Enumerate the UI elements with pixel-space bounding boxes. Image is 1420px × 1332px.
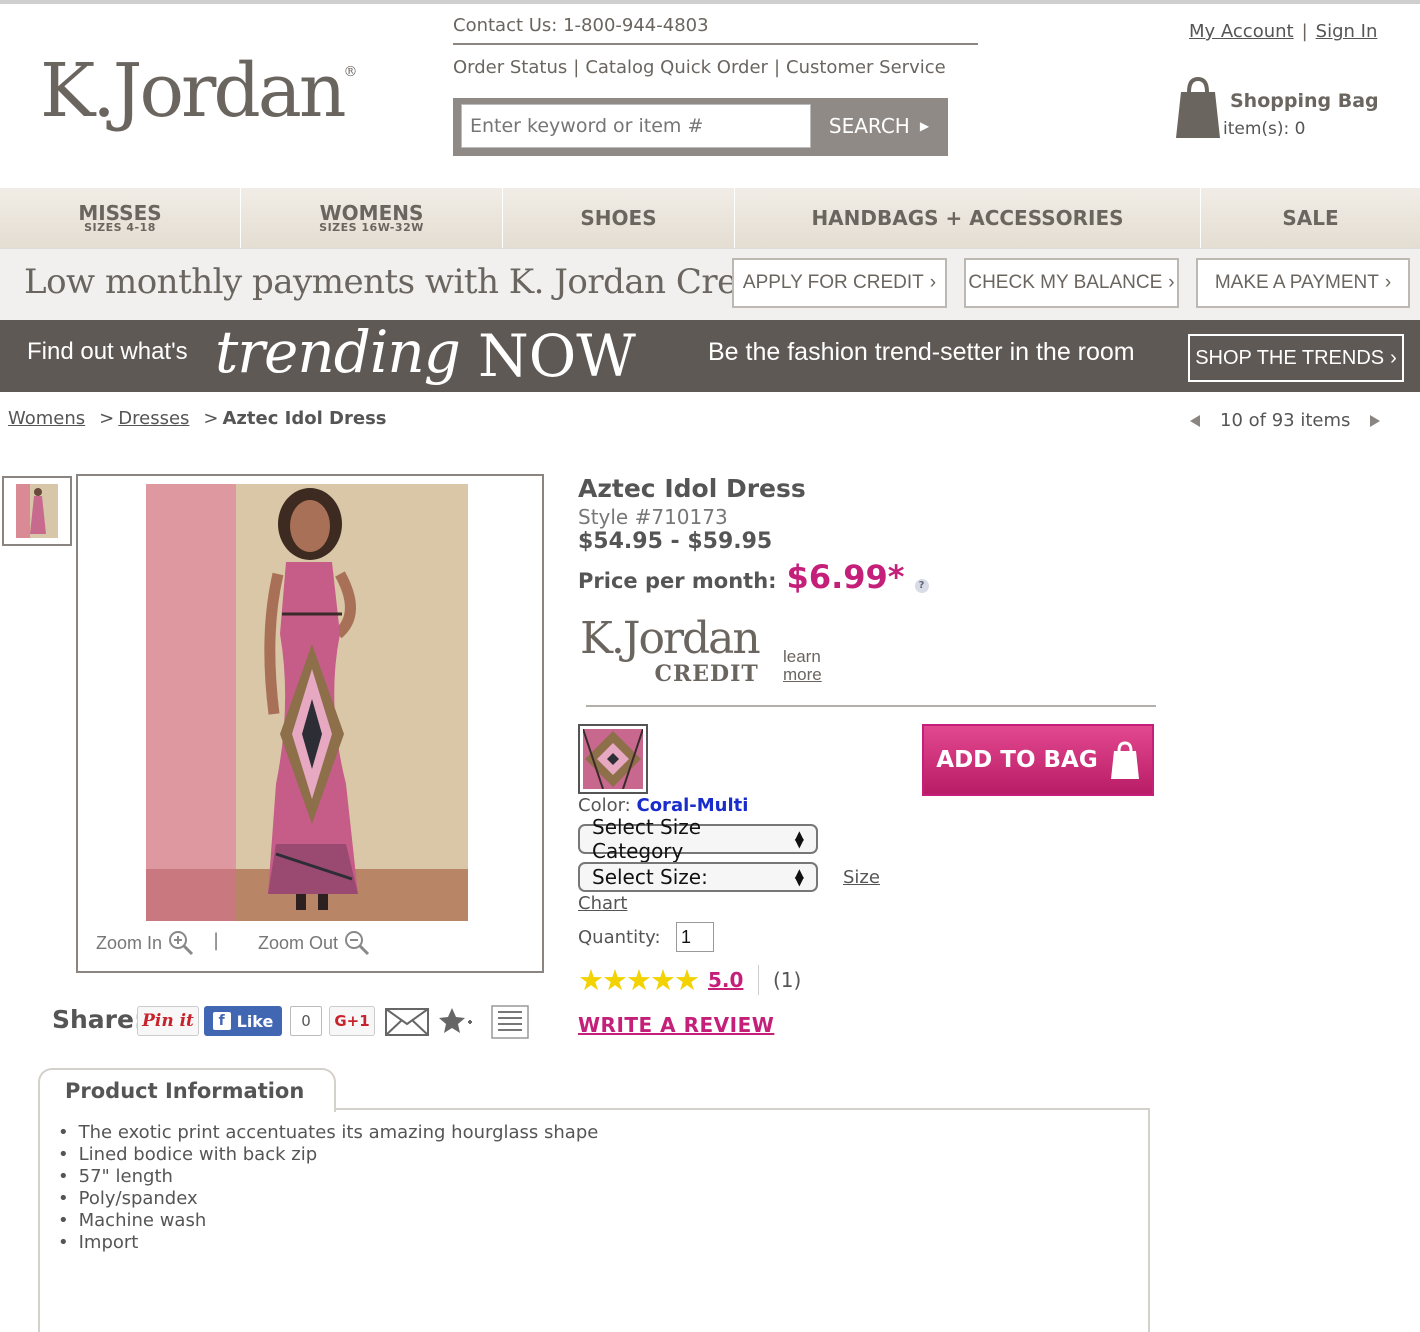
catalog-quick-order-link[interactable]: Catalog Quick Order [585, 57, 768, 78]
nav-misses[interactable]: MISSES SIZES 4-18 [0, 188, 241, 248]
quantity-label: Quantity: [578, 927, 661, 948]
top-border [0, 0, 1420, 4]
chevron-right-icon: › [1384, 272, 1392, 293]
help-icon[interactable]: ? [914, 579, 929, 593]
product-image[interactable] [146, 484, 468, 921]
nav-womens[interactable]: WOMENS SIZES 16W-32W [241, 188, 503, 248]
shopping-bag-icon [1110, 741, 1139, 779]
write-review-link[interactable]: WRITE A REVIEW [578, 1013, 774, 1037]
product-divider [586, 705, 1156, 707]
check-balance-button[interactable]: CHECK MY BALANCE › [964, 258, 1179, 308]
item-pager: 10 of 93 items [1190, 410, 1381, 431]
print-icon[interactable] [490, 1004, 530, 1040]
list-item: Lined bodice with back zip [58, 1144, 598, 1166]
make-payment-button[interactable]: MAKE A PAYMENT › [1196, 258, 1410, 308]
shop-trends-button[interactable]: SHOP THE TRENDS › [1188, 334, 1404, 382]
nav-handbags-accessories[interactable]: HANDBAGS + ACCESSORIES [735, 188, 1201, 248]
rating-value[interactable]: 5.0 [708, 968, 743, 992]
utility-links: Order Status | Catalog Quick Order | Custome… [453, 57, 946, 78]
chevron-right-icon: › [929, 272, 937, 293]
share-label: Share: [52, 1005, 144, 1034]
facebook-like-button[interactable]: f Like [204, 1006, 282, 1036]
zoom-out-control[interactable]: Zoom Out [258, 930, 370, 956]
my-account-link[interactable]: My Account [1189, 21, 1294, 42]
zoom-out-icon [345, 931, 370, 956]
breadcrumb: Womens > Dresses > Aztec Idol Dress [8, 408, 387, 429]
google-plus-button[interactable]: G+1 [329, 1006, 375, 1036]
color-swatch-coral-multi[interactable] [578, 724, 648, 794]
trending-tagline: Be the fashion trend-setter in the room [708, 338, 1135, 366]
color-value: Coral-Multi [636, 795, 749, 816]
swatch-pattern [583, 729, 643, 789]
product-features-list: The exotic print accentuates its amazing… [58, 1122, 599, 1254]
main-navigation: MISSES SIZES 4-18 WOMENS SIZES 16W-32W SHO… [0, 188, 1420, 248]
trending-now: NOW [478, 322, 636, 390]
facebook-like-count: 0 [290, 1006, 322, 1036]
product-thumbnail[interactable] [2, 476, 72, 546]
breadcrumb-dresses[interactable]: Dresses [118, 408, 189, 429]
sign-in-link[interactable]: Sign In [1316, 21, 1378, 42]
bag-item-count: item(s): 0 [1223, 119, 1306, 139]
list-item: The exotic print accentuates its amazing… [58, 1122, 599, 1144]
header-divider [453, 43, 978, 45]
account-links: My Account | Sign In [1189, 21, 1378, 42]
contact-phone: Contact Us: 1-800-944-4803 [453, 15, 709, 36]
product-title: Aztec Idol Dress [578, 474, 806, 503]
pinterest-button[interactable]: Pin it [137, 1006, 199, 1036]
product-price: $54.95 - $59.95 [578, 529, 773, 554]
search-input[interactable] [461, 104, 811, 148]
shopping-bag-title[interactable]: Shopping Bag [1230, 90, 1379, 112]
size-category-select[interactable]: Select Size Category ▲ ▼ [578, 815, 818, 863]
size-chart-link-continued[interactable]: Chart [578, 893, 627, 914]
next-item-icon[interactable] [1370, 414, 1381, 427]
nav-shoes[interactable]: SHOES [503, 188, 735, 248]
breadcrumb-current: Aztec Idol Dress [222, 408, 387, 429]
trending-prefix: Find out what's [27, 338, 188, 365]
size-chart-link[interactable]: Size [843, 867, 880, 888]
list-item: Import [58, 1232, 598, 1254]
list-item: Poly/spandex [58, 1188, 598, 1210]
product-info-tab-title: Product Information [65, 1079, 305, 1103]
zoom-in-icon [169, 931, 194, 956]
price-per-month: Price per month: $6.99*? [578, 558, 929, 596]
add-to-bag-button[interactable]: ADD TO BAG [922, 724, 1154, 796]
site-logo[interactable]: K.Jordan® [40, 48, 358, 134]
review-count: (1) [773, 968, 802, 992]
email-icon[interactable] [385, 1008, 429, 1036]
play-icon: ▶ [919, 119, 930, 133]
list-item: 57" length [58, 1166, 598, 1188]
apply-for-credit-button[interactable]: APPLY FOR CREDIT › [732, 258, 947, 308]
list-item: Machine wash [58, 1210, 598, 1232]
shopping-bag-icon[interactable] [1176, 76, 1220, 138]
zoom-separator: | [213, 930, 220, 951]
learn-more-link[interactable]: learn more [783, 648, 822, 684]
chevron-right-icon: › [1390, 346, 1397, 369]
breadcrumb-womens[interactable]: Womens [8, 408, 85, 429]
zoom-in-control[interactable]: Zoom In [96, 930, 194, 956]
trending-word: trending [215, 318, 461, 386]
product-style-number: Style #710173 [578, 505, 728, 529]
quantity-input[interactable] [676, 922, 714, 952]
favorite-star-icon[interactable] [438, 1006, 476, 1036]
rating-stars: ★★★★★ [578, 963, 700, 997]
item-position: 10 of 93 items [1220, 410, 1351, 431]
size-select[interactable]: Select Size: ▲ ▼ [578, 862, 818, 892]
select-arrows-icon: ▲ ▼ [794, 828, 804, 850]
previous-item-icon[interactable] [1190, 414, 1200, 427]
chevron-right-icon: › [1168, 272, 1175, 293]
kjordan-credit-logo[interactable]: K.Jordan CREDIT [580, 615, 761, 688]
dress-thumbnail-image [16, 484, 58, 538]
color-selection: Color: Coral-Multi [578, 795, 749, 816]
customer-service-link[interactable]: Customer Service [786, 57, 946, 78]
order-status-link[interactable]: Order Status [453, 57, 567, 78]
select-arrows-icon: ▲ ▼ [794, 866, 804, 888]
rating-separator [758, 965, 759, 995]
nav-sale[interactable]: SALE [1201, 188, 1420, 248]
search-button[interactable]: SEARCH ▶ [815, 104, 943, 148]
monthly-amount: $6.99* [786, 558, 905, 596]
facebook-icon: f [212, 1012, 231, 1030]
credit-banner-text: Low monthly payments with K. Jordan Cred… [24, 262, 782, 302]
